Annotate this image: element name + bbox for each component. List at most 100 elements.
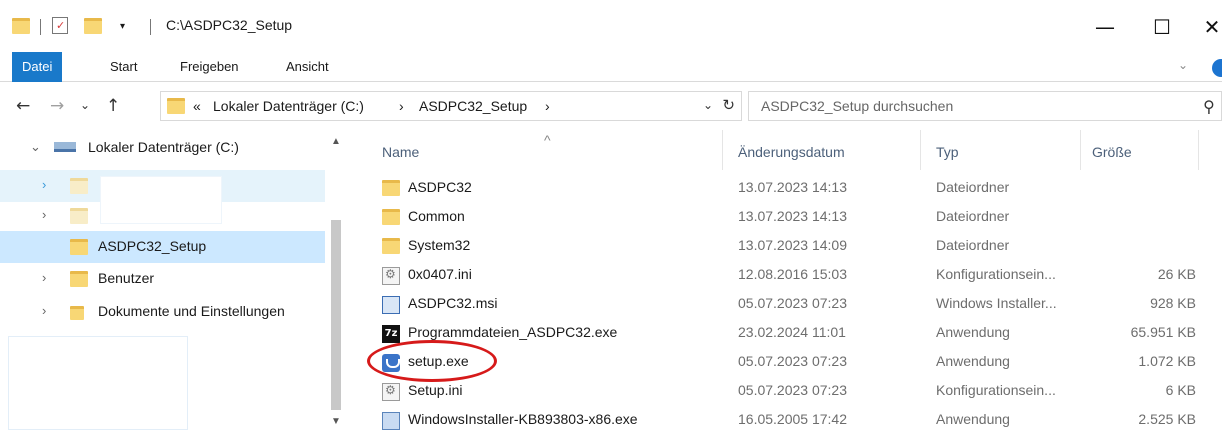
- maximize-button[interactable]: ☐: [1142, 13, 1182, 41]
- folder-icon: [382, 209, 400, 225]
- minimize-button[interactable]: —: [1085, 13, 1125, 41]
- file-size: 928 KB: [1150, 295, 1196, 311]
- file-date: 05.07.2023 07:23: [738, 353, 847, 369]
- file-row[interactable]: Setup.ini 05.07.2023 07:23 Konfiguration…: [346, 377, 1222, 406]
- file-size: 65.951 KB: [1130, 324, 1196, 340]
- tree-item-dokumente[interactable]: › Dokumente und Einstellungen: [0, 296, 325, 328]
- file-row[interactable]: ASDPC32.msi 05.07.2023 07:23 Windows Ins…: [346, 290, 1222, 319]
- tree-item-drive[interactable]: ⌄ Lokaler Datenträger (C:): [0, 132, 325, 164]
- window-title: C:\ASDPC32_Setup: [166, 17, 293, 33]
- column-divider[interactable]: [722, 130, 723, 170]
- forward-button[interactable]: →: [50, 96, 64, 116]
- customize-toolbar-icon[interactable]: ▾: [120, 21, 125, 32]
- file-date: 13.07.2023 14:13: [738, 208, 847, 224]
- file-row[interactable]: System32 13.07.2023 14:09 Dateiordner: [346, 232, 1222, 261]
- file-type: Anwendung: [936, 411, 1010, 427]
- search-placeholder: ASDPC32_Setup durchsuchen: [761, 98, 954, 114]
- tree-item-label: ASDPC32_Setup: [98, 238, 207, 254]
- file-name: System32: [408, 237, 471, 253]
- close-button[interactable]: ✕: [1192, 13, 1222, 41]
- file-row[interactable]: 0x0407.ini 12.08.2016 15:03 Konfiguratio…: [346, 261, 1222, 290]
- chevron-down-icon[interactable]: ⌄: [30, 139, 41, 155]
- address-toolbar: ← → ⌄ ↑ « Lokaler Datenträger (C:) › ASD…: [0, 83, 1222, 129]
- tab-freigeben[interactable]: Freigeben: [170, 52, 249, 82]
- chevron-right-icon[interactable]: ›: [42, 270, 46, 285]
- file-row[interactable]: 7z Programmdateien_ASDPC32.exe 23.02.202…: [346, 319, 1222, 348]
- redacted-region: [100, 176, 222, 224]
- file-type: Dateiordner: [936, 208, 1010, 224]
- breadcrumb-drive[interactable]: Lokaler Datenträger (C:): [213, 98, 364, 114]
- file-date: 23.02.2024 11:01: [738, 324, 846, 340]
- file-size: 2.525 KB: [1138, 411, 1196, 427]
- file-name: Programmdateien_ASDPC32.exe: [408, 324, 618, 340]
- file-row[interactable]: Common 13.07.2023 14:13 Dateiordner: [346, 203, 1222, 232]
- file-row[interactable]: WindowsInstaller-KB893803-x86.exe 16.05.…: [346, 406, 1222, 430]
- chevron-right-icon[interactable]: ›: [42, 303, 46, 318]
- folder-icon: [382, 180, 400, 196]
- back-button[interactable]: ←: [16, 96, 30, 116]
- navigation-scrollbar[interactable]: ▲ ▼: [327, 130, 345, 430]
- ini-file-icon: [382, 267, 400, 285]
- scroll-down-icon[interactable]: ▼: [331, 416, 341, 427]
- file-type: Windows Installer...: [936, 295, 1057, 311]
- scroll-up-icon[interactable]: ▲: [331, 136, 341, 147]
- file-type: Dateiordner: [936, 179, 1010, 195]
- chevron-right-icon[interactable]: ›: [42, 177, 46, 192]
- up-button[interactable]: ↑: [106, 96, 120, 116]
- properties-icon[interactable]: ✓: [52, 17, 68, 34]
- file-date: 05.07.2023 07:23: [738, 295, 847, 311]
- file-type: Konfigurationsein...: [936, 266, 1056, 282]
- file-type: Dateiordner: [936, 237, 1010, 253]
- new-folder-icon[interactable]: [84, 18, 102, 34]
- folder-icon: [70, 178, 88, 194]
- shortcut-folder-icon: [70, 306, 84, 320]
- file-name: WindowsInstaller-KB893803-x86.exe: [408, 411, 638, 427]
- column-divider[interactable]: [1198, 130, 1199, 170]
- title-bar: ✓ ▾ C:\ASDPC32_Setup — ☐ ✕: [0, 0, 1222, 52]
- breadcrumb-overflow[interactable]: «: [193, 98, 201, 114]
- ini-file-icon: [382, 383, 400, 401]
- expand-ribbon-icon[interactable]: ⌄: [1178, 58, 1188, 72]
- 7z-exe-icon: 7z: [382, 325, 400, 343]
- column-header-type[interactable]: Typ: [936, 144, 959, 160]
- folder-icon: [70, 271, 88, 287]
- column-divider[interactable]: [920, 130, 921, 170]
- breadcrumb-separator[interactable]: ›: [399, 98, 404, 114]
- scrollbar-thumb[interactable]: [331, 220, 341, 410]
- tab-datei[interactable]: Datei: [12, 52, 63, 82]
- redacted-region: [8, 336, 188, 430]
- recent-locations-button[interactable]: ⌄: [80, 98, 90, 112]
- file-name: Setup.ini: [408, 382, 463, 398]
- file-type: Anwendung: [936, 353, 1010, 369]
- chevron-right-icon[interactable]: ›: [42, 207, 46, 222]
- file-date: 13.07.2023 14:13: [738, 179, 847, 195]
- help-icon[interactable]: [1212, 59, 1222, 77]
- column-divider[interactable]: [1080, 130, 1081, 170]
- column-header-date[interactable]: Änderungsdatum: [738, 144, 845, 160]
- refresh-button[interactable]: ↻: [722, 96, 735, 114]
- file-size: 1.072 KB: [1138, 353, 1196, 369]
- sort-ascending-icon: ^: [544, 132, 551, 148]
- search-box[interactable]: ASDPC32_Setup durchsuchen ⚲: [748, 91, 1222, 121]
- tab-start[interactable]: Start: [100, 52, 147, 82]
- file-list: ^ Name Änderungsdatum Typ Größe ASDPC32 …: [346, 130, 1222, 430]
- file-date: 05.07.2023 07:23: [738, 382, 847, 398]
- tree-item-label: Benutzer: [98, 270, 155, 286]
- search-icon: ⚲: [1203, 97, 1215, 116]
- breadcrumb-folder[interactable]: ASDPC32_Setup: [419, 98, 527, 114]
- drive-icon: [54, 142, 76, 152]
- file-size: 26 KB: [1157, 266, 1196, 282]
- file-date: 16.05.2005 17:42: [738, 411, 847, 427]
- divider: [40, 19, 41, 35]
- tab-ansicht[interactable]: Ansicht: [276, 52, 339, 82]
- ribbon-tabs: Datei Start Freigeben Ansicht ⌄: [0, 52, 1222, 82]
- breadcrumb-separator[interactable]: ›: [545, 98, 550, 114]
- tree-item-asdpc32-setup[interactable]: ASDPC32_Setup: [0, 231, 325, 263]
- tree-item-benutzer[interactable]: › Benutzer: [0, 263, 325, 295]
- msi-file-icon: [382, 296, 400, 314]
- file-row[interactable]: ASDPC32 13.07.2023 14:13 Dateiordner: [346, 174, 1222, 203]
- column-header-name[interactable]: Name: [382, 144, 419, 160]
- address-dropdown-button[interactable]: ⌄: [703, 98, 713, 112]
- address-bar[interactable]: « Lokaler Datenträger (C:) › ASDPC32_Set…: [160, 91, 742, 121]
- column-header-size[interactable]: Größe: [1092, 144, 1132, 160]
